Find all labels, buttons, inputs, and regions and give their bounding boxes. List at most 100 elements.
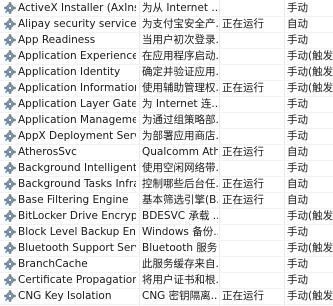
service-row[interactable]: Application Information 使用辅助管理权... 正在运行 …	[0, 80, 333, 97]
service-description: Windows 备份...	[142, 226, 218, 238]
service-name: AppX Deployment Servic...	[18, 130, 136, 142]
service-name: BitLocker Drive Encryptio...	[18, 210, 136, 222]
service-name: AtherosSvc	[18, 146, 77, 158]
service-startup-type: 自动	[287, 178, 308, 190]
service-description: 确定并验证应用...	[142, 66, 218, 78]
service-description: Bluetooth 服务...	[142, 242, 218, 254]
service-startup-type: 手动	[287, 162, 308, 174]
service-status	[222, 272, 282, 288]
service-status	[222, 112, 282, 128]
service-status	[222, 240, 282, 256]
service-startup-type: 手动	[287, 2, 308, 14]
service-name: Background Tasks Infras...	[18, 178, 136, 190]
service-status	[222, 32, 282, 48]
service-description: 将用户证书和根...	[142, 274, 218, 286]
service-description: 当用户初次登录...	[142, 34, 218, 46]
gear-icon	[3, 96, 17, 112]
service-row[interactable]: Application Identity 确定并验证应用... 手动(触发	[0, 64, 333, 81]
gear-icon	[3, 32, 17, 48]
service-description: 在应用程序启动...	[142, 50, 218, 62]
service-startup-type: 手动(触发	[287, 290, 333, 302]
service-row[interactable]: ActiveX Installer (AxInstSV) 为从 Internet…	[0, 0, 333, 17]
service-row[interactable]: Background Tasks Infras... 控制哪些后台任... 正在…	[0, 176, 333, 193]
service-row[interactable]: BitLocker Drive Encryptio... BDESVC 承载 .…	[0, 208, 333, 225]
gear-icon	[3, 160, 17, 176]
service-startup-type: 手动(触发	[287, 50, 333, 62]
service-description: 为部署应用商店...	[142, 130, 218, 142]
service-startup-type: 手动(触发	[287, 82, 333, 94]
service-startup-type: 手动	[287, 274, 308, 286]
service-row[interactable]: Alipay security service 为支付宝安全产... 正在运行 …	[0, 16, 333, 33]
service-row[interactable]: BranchCache 此服务缓存来自... 手动	[0, 256, 333, 273]
service-status	[222, 128, 282, 144]
service-status: 正在运行	[222, 82, 264, 94]
service-row[interactable]: AppX Deployment Servic... 为部署应用商店... 手动	[0, 128, 333, 145]
gear-icon	[3, 0, 17, 16]
service-status	[222, 160, 282, 176]
service-name: Alipay security service	[18, 18, 136, 30]
service-row[interactable]: Background Intelligent T... 使用空闲网络带... 手…	[0, 160, 333, 177]
service-description: Qualcomm Ath...	[142, 146, 218, 158]
service-description: 此服务缓存来自...	[142, 258, 218, 270]
gear-icon	[3, 144, 17, 160]
service-status	[222, 0, 282, 16]
service-name: ActiveX Installer (AxInstSV)	[18, 2, 136, 14]
service-startup-type: 自动	[287, 18, 308, 30]
service-row[interactable]: Bluetooth Support Service Bluetooth 服务..…	[0, 240, 333, 257]
service-name: Application Identity	[18, 66, 121, 78]
service-status	[222, 64, 282, 80]
service-name: App Readiness	[18, 34, 96, 46]
gear-icon	[3, 80, 17, 96]
service-startup-type: 手动	[287, 226, 308, 238]
gear-icon	[3, 256, 17, 272]
service-description: BDESVC 承载 ...	[142, 210, 218, 222]
service-row[interactable]: Certificate Propagation 将用户证书和根... 手动	[0, 272, 333, 289]
services-list: ActiveX Installer (AxInstSV) 为从 Internet…	[0, 0, 333, 306]
service-name: Block Level Backup Engi...	[18, 226, 136, 238]
service-description: 为支付宝安全产...	[142, 18, 218, 30]
service-row[interactable]: Block Level Backup Engi... Windows 备份...…	[0, 224, 333, 241]
service-startup-type: 手动	[287, 258, 308, 270]
service-name: Application Information	[18, 82, 136, 94]
service-status	[222, 48, 282, 64]
gear-icon	[3, 288, 17, 304]
service-status: 正在运行	[222, 178, 264, 190]
service-row[interactable]: Application Layer Gatewa... 为 Internet 连…	[0, 96, 333, 113]
service-row[interactable]: App Readiness 当用户初次登录... 手动	[0, 32, 333, 49]
service-description: 使用辅助管理权...	[142, 82, 218, 94]
service-description: 为从 Internet ...	[142, 2, 218, 14]
service-name: Application Experience	[18, 50, 136, 62]
service-name: Application Management	[18, 114, 136, 126]
service-row[interactable]: Base Filtering Engine 基本筛选引擎(B... 正在运行 自…	[0, 192, 333, 209]
service-name: Bluetooth Support Service	[18, 242, 136, 254]
service-startup-type: 手动	[287, 130, 308, 142]
service-description: CNG 密钥隔离...	[142, 290, 218, 302]
service-row[interactable]: Application Management 为通过组策略部... 手动	[0, 112, 333, 129]
gear-icon	[3, 176, 17, 192]
service-row[interactable]: AtherosSvc Qualcomm Ath... 正在运行 自动	[0, 144, 333, 161]
service-startup-type: 手动(触发	[287, 66, 333, 78]
gear-icon	[3, 48, 17, 64]
service-startup-type: 自动	[287, 194, 308, 206]
service-description: 基本筛选引擎(B...	[142, 194, 218, 206]
service-name: Base Filtering Engine	[18, 194, 129, 206]
gear-icon	[3, 64, 17, 80]
service-status: 正在运行	[222, 290, 264, 302]
service-status	[222, 208, 282, 224]
gear-icon	[3, 16, 17, 32]
gear-icon	[3, 112, 17, 128]
service-description: 控制哪些后台任...	[142, 178, 218, 190]
gear-icon	[3, 240, 17, 256]
service-status	[222, 256, 282, 272]
service-name: Certificate Propagation	[18, 274, 136, 286]
gear-icon	[3, 208, 17, 224]
service-startup-type: 手动	[287, 114, 308, 126]
service-row[interactable]: Application Experience 在应用程序启动... 手动(触发	[0, 48, 333, 65]
service-name: Application Layer Gatewa...	[18, 98, 136, 110]
gear-icon	[3, 224, 17, 240]
service-name: CNG Key Isolation	[18, 290, 112, 302]
service-row[interactable]: CNG Key Isolation CNG 密钥隔离... 正在运行 手动(触发	[0, 288, 333, 305]
service-status: 正在运行	[222, 146, 264, 158]
service-startup-type: 手动(触发	[287, 210, 333, 222]
service-status: 正在运行	[222, 194, 264, 206]
